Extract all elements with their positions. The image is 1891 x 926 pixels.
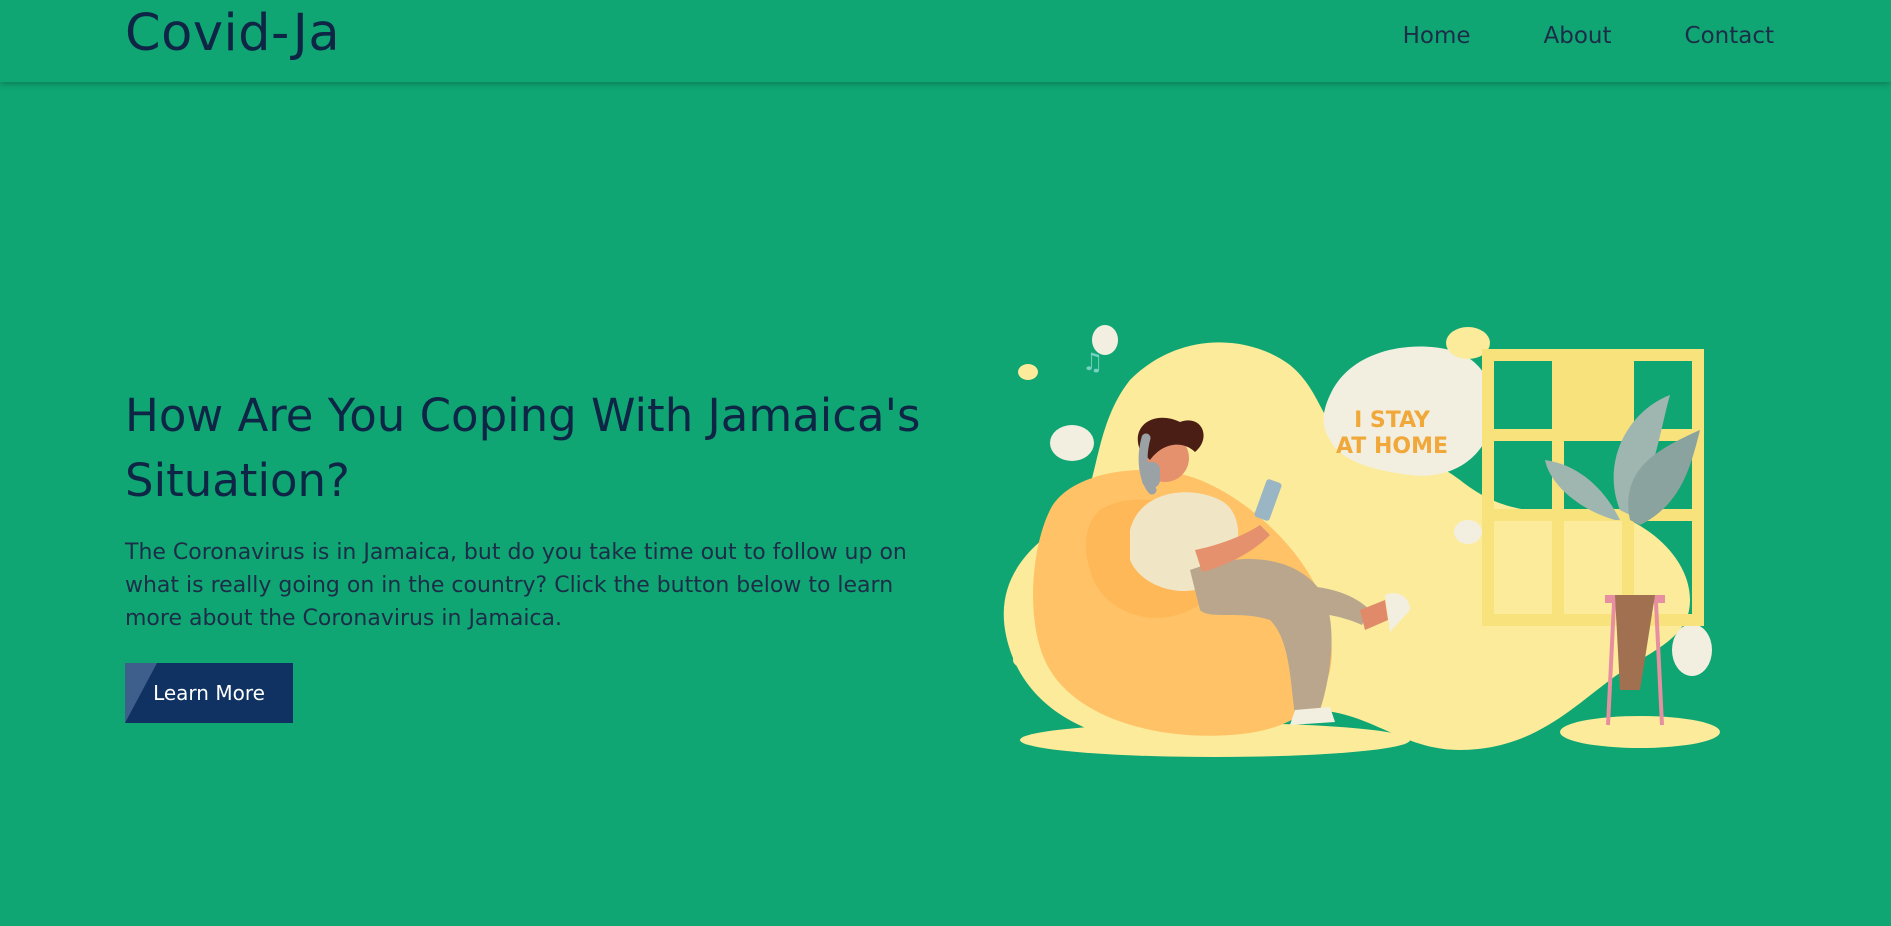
hero-description: The Coronavirus is in Jamaica, but do yo… xyxy=(125,540,907,631)
hero-section: How Are You Coping With Jamaica's Situat… xyxy=(125,383,945,635)
nav-link-about[interactable]: About xyxy=(1544,23,1612,49)
window-pane xyxy=(1560,361,1622,429)
learn-more-label: Learn More xyxy=(153,681,265,705)
deco-blob xyxy=(1454,520,1482,544)
deco-blob xyxy=(1672,624,1712,676)
deco-blob xyxy=(1239,373,1265,403)
learn-more-button[interactable]: Learn More xyxy=(125,663,293,723)
music-note-icon: ♫ xyxy=(1082,348,1104,376)
navbar: Covid-Ja Home About Contact xyxy=(0,0,1891,82)
nav-links: Home About Contact xyxy=(1330,23,1774,49)
stay-home-illustration: I STAY AT HOME ♫ xyxy=(1003,325,1720,757)
nav-link-contact[interactable]: Contact xyxy=(1685,23,1774,49)
brand-logo[interactable]: Covid-Ja xyxy=(125,5,340,62)
bubble-text-line1: I STAY xyxy=(1354,408,1431,433)
bubble-text-line2: AT HOME xyxy=(1336,434,1448,459)
hero-title: How Are You Coping With Jamaica's Situat… xyxy=(125,389,921,507)
nav-link-home[interactable]: Home xyxy=(1403,23,1471,49)
deco-blob xyxy=(1018,364,1038,380)
deco-blob xyxy=(1050,425,1094,461)
deco-blob xyxy=(1013,653,1031,667)
floor-shadow xyxy=(1560,716,1720,748)
